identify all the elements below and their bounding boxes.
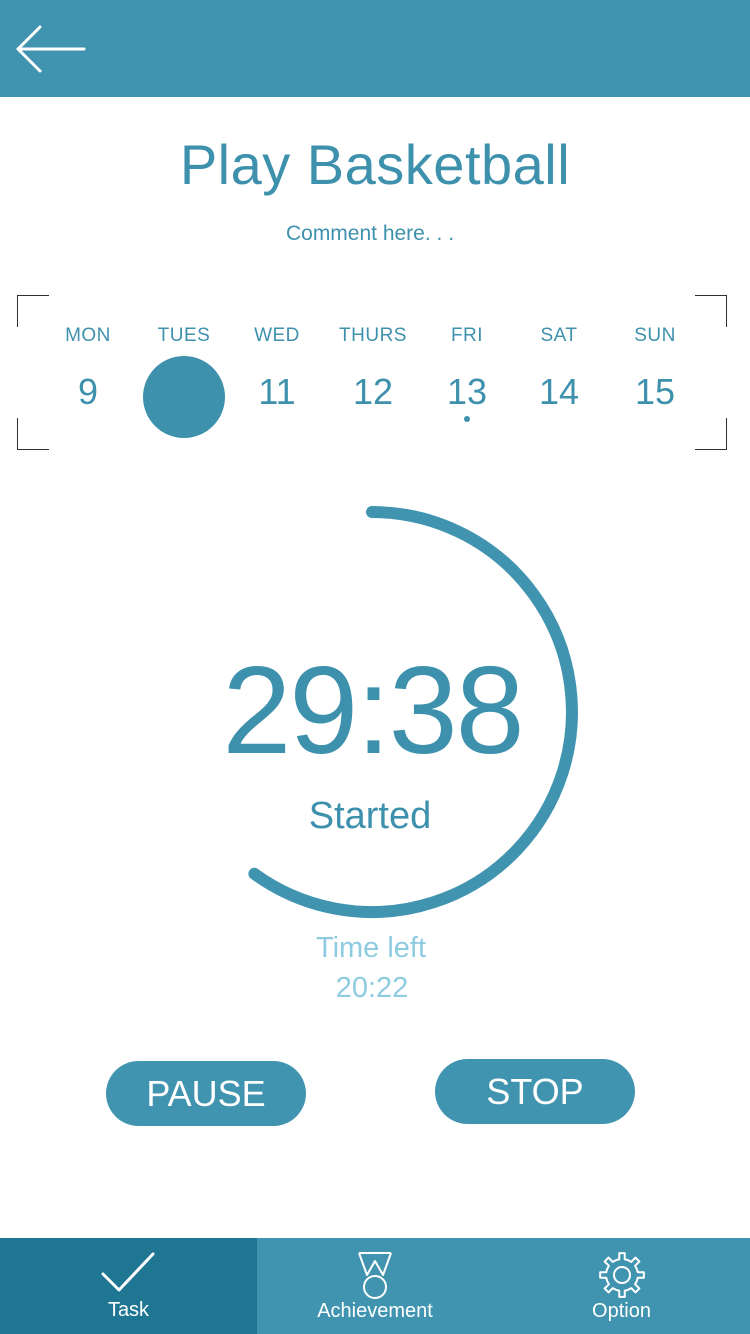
day-sat[interactable]: SAT 14 [509, 295, 609, 450]
top-bar [0, 0, 750, 97]
tab-task[interactable]: Task [0, 1238, 257, 1334]
day-number: 13 [446, 371, 488, 412]
tab-label: Option [592, 1300, 651, 1322]
timer-display: 29:38 [222, 642, 524, 780]
day-fri[interactable]: FRI 13 [417, 295, 517, 450]
day-number: 12 [352, 371, 394, 412]
day-number: 10 [163, 371, 205, 412]
day-name: THURS [339, 325, 407, 346]
day-mon[interactable]: MON 9 [38, 295, 138, 450]
checkmark-icon [101, 1252, 154, 1292]
tab-option[interactable]: Option [493, 1238, 750, 1334]
tab-label: Task [107, 1299, 150, 1321]
day-name: SUN [634, 325, 676, 346]
pause-button[interactable]: PAUSE [106, 1061, 306, 1126]
day-number: 15 [634, 371, 676, 412]
day-sun[interactable]: SUN 15 [605, 295, 705, 450]
stop-button[interactable]: STOP [435, 1059, 635, 1124]
time-left-label: Time left [315, 932, 427, 964]
week-selector: MON 9 TUES 10 WED 11 THURS 12 FRI 13 SAT… [17, 295, 727, 450]
task-title: Play Basketball [179, 133, 571, 196]
day-name: WED [254, 325, 300, 346]
day-thurs[interactable]: THURS 12 [323, 295, 423, 450]
day-wed[interactable]: WED 11 [227, 295, 327, 450]
medal-icon [358, 1252, 392, 1299]
day-tues[interactable]: TUES 10 [134, 295, 234, 450]
event-dot [181, 416, 187, 422]
day-number: 9 [77, 371, 99, 412]
day-number: 11 [258, 371, 296, 412]
timer-status: Started [308, 795, 432, 837]
day-name: FRI [450, 325, 484, 346]
day-name: MON [65, 325, 111, 346]
tab-achievement[interactable]: Achievement [257, 1238, 493, 1334]
day-name: SAT [540, 325, 578, 346]
tab-label: Achievement [317, 1300, 433, 1322]
time-left-value: 20:22 [335, 972, 409, 1004]
comment-field[interactable]: Comment here. . . [0, 222, 740, 246]
arrow-left-icon [16, 25, 86, 73]
event-dot [464, 416, 470, 422]
day-name: TUES [157, 325, 211, 346]
gear-icon [598, 1252, 645, 1298]
bottom-tab-bar: Task Achievement Option [0, 1238, 750, 1334]
day-number: 14 [538, 371, 580, 412]
back-button[interactable] [14, 22, 88, 76]
